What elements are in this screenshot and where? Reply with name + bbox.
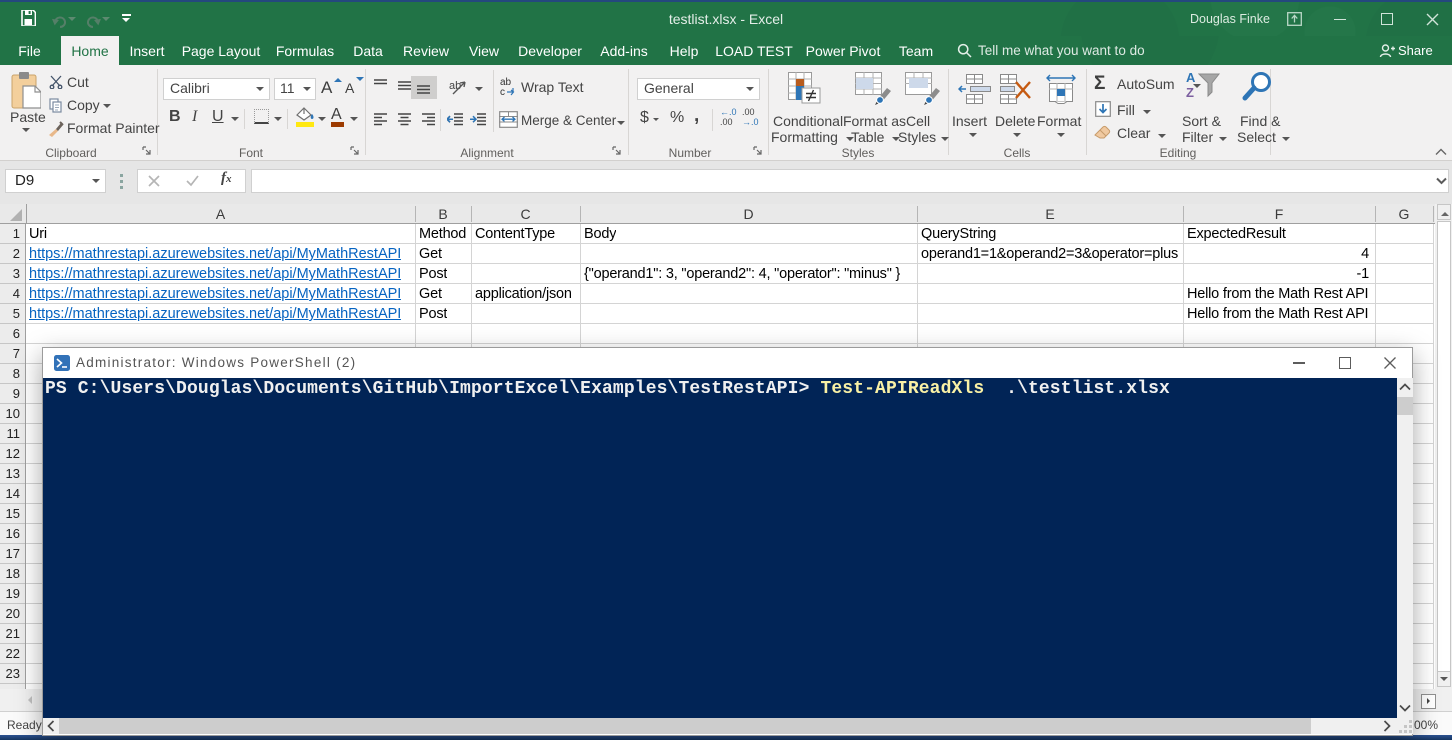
svg-text:c: c (500, 87, 505, 97)
svg-text:ab: ab (449, 80, 461, 92)
